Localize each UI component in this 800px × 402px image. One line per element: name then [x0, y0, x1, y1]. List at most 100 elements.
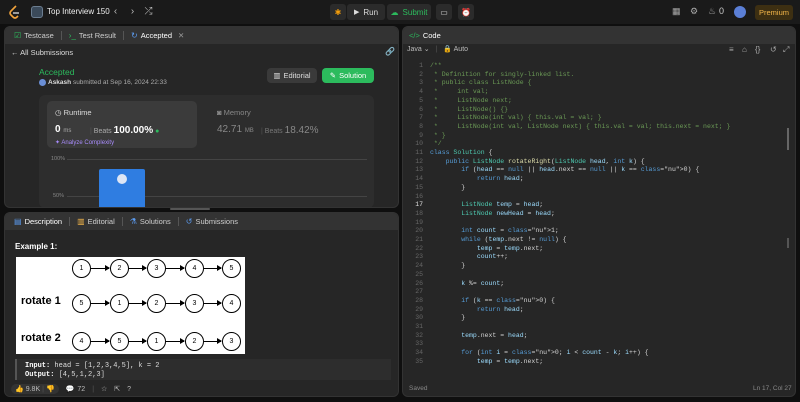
code-line[interactable]: /**: [430, 62, 442, 71]
beats-label: Beats: [93, 128, 112, 135]
like-count: 9.8K: [25, 385, 41, 393]
link-icon[interactable]: 🔗: [385, 47, 395, 56]
tab-accepted[interactable]: ↻ Accepted ✕: [128, 31, 187, 40]
runtime-card[interactable]: ◷ Runtime 0 ms | Beats 100.00% ● ✦ Analy…: [47, 101, 197, 148]
line-number: 30: [415, 314, 423, 322]
user-marker-avatar: [117, 174, 127, 184]
tab-label: Accepted: [140, 31, 172, 40]
code-line[interactable]: }: [430, 262, 465, 271]
thumbs-down-icon[interactable]: 👎: [46, 385, 55, 393]
code-line[interactable]: temp.next = head;: [430, 332, 527, 341]
code-line[interactable]: ListNode newHead = head;: [430, 210, 555, 219]
all-submissions-link[interactable]: ← All Submissions: [11, 48, 73, 57]
tab-divider: [177, 217, 179, 226]
tab-test-result[interactable]: ›_ Test Result: [66, 31, 119, 40]
timer-button[interactable]: ⏰: [458, 4, 474, 20]
fire-icon[interactable]: ♨: [708, 6, 716, 17]
leetcode-logo[interactable]: [9, 5, 21, 19]
next-problem-icon[interactable]: ›: [127, 6, 138, 17]
code-line[interactable]: * ListNode(int val) { this.val = val; }: [430, 114, 602, 123]
debug-button[interactable]: ✱: [330, 4, 346, 20]
code-line[interactable]: * int val;: [430, 88, 489, 97]
solution-button[interactable]: ✎ Solution: [322, 68, 374, 83]
code-line[interactable]: k %= count;: [430, 280, 504, 289]
problem-list-icon[interactable]: [31, 6, 43, 18]
tab-solutions[interactable]: ⚗ Solutions: [127, 217, 174, 226]
layout-icon[interactable]: ▦: [672, 6, 681, 17]
comments-button[interactable]: 💬 72: [66, 385, 86, 394]
memory-card[interactable]: ◙ Memory 42.71 MB | Beats 18.42%: [217, 101, 367, 148]
prev-problem-icon[interactable]: ‹: [110, 6, 121, 17]
help-icon[interactable]: ?: [127, 386, 131, 393]
code-line[interactable]: * ListNode next;: [430, 97, 512, 106]
autocomplete-toggle[interactable]: 🔒 Auto: [443, 46, 468, 53]
editor-scrollbar[interactable]: [787, 128, 789, 150]
line-number: 20: [415, 227, 423, 235]
editorial-button[interactable]: ▥ Editorial: [267, 68, 317, 83]
line-number: 32: [415, 331, 423, 339]
code-line[interactable]: */: [430, 140, 442, 149]
code-line[interactable]: return head;: [430, 306, 524, 315]
distribution-bar[interactable]: [99, 169, 145, 207]
code-line[interactable]: int count = class="nu">1;: [430, 227, 559, 236]
runtime-number: 0: [55, 124, 61, 135]
code-editor[interactable]: 1 /** 2 * Definition for singly-linked lis…: [403, 61, 795, 374]
line-number: 8: [419, 122, 423, 130]
line-number: 21: [415, 236, 423, 243]
beats-label: Beats: [264, 128, 283, 135]
reset-icon[interactable]: ↺: [770, 45, 777, 54]
code-line[interactable]: if (head == null || head.next == null ||…: [430, 166, 699, 175]
code-line[interactable]: count++;: [430, 253, 508, 262]
submit-button[interactable]: ☁ Submit: [387, 4, 431, 20]
problem-list-title[interactable]: Top Interview 150: [47, 7, 110, 16]
premium-button[interactable]: Premium: [755, 5, 793, 20]
code-line[interactable]: temp = temp.next;: [430, 358, 543, 367]
code-line[interactable]: public ListNode rotateRight(ListNode hea…: [430, 158, 645, 167]
like-button[interactable]: 👍 9.8K | 👎: [11, 384, 59, 394]
code-line[interactable]: * ListNode() {}: [430, 106, 508, 115]
code-line[interactable]: for (int i = class="nu">0; i < count - k…: [430, 349, 648, 358]
braces-icon[interactable]: {}: [755, 45, 760, 54]
shuffle-icon[interactable]: ⤮: [143, 6, 154, 17]
language-select[interactable]: Java ⌄: [407, 46, 430, 53]
description-panel: ▤ Description ▥ Editorial ⚗ Solutions ↺ Subm…: [4, 212, 399, 397]
code-line[interactable]: class Solution {: [430, 149, 492, 158]
comment-count: 72: [77, 385, 86, 393]
tab-editorial[interactable]: ▥ Editorial: [74, 217, 118, 226]
code-line[interactable]: * ListNode(int val, ListNode next) { thi…: [430, 123, 730, 132]
star-icon[interactable]: ☆: [101, 385, 107, 393]
scrollbar[interactable]: [170, 208, 210, 210]
code-line[interactable]: temp = temp.next;: [430, 245, 543, 254]
list-node: 1: [147, 332, 166, 351]
share-icon[interactable]: ⇱: [114, 385, 120, 393]
code-line[interactable]: if (k == class="nu">0) {: [430, 297, 555, 306]
bookmark-icon[interactable]: ⌂: [742, 45, 747, 54]
language-label: Java: [407, 46, 422, 53]
fullscreen-icon[interactable]: ⤢: [783, 45, 789, 55]
code-line[interactable]: * Definition for singly-linked list.: [430, 71, 574, 80]
code-line[interactable]: while (temp.next != null) {: [430, 236, 566, 245]
code-line[interactable]: ListNode temp = head;: [430, 201, 543, 210]
username[interactable]: Askash: [48, 79, 71, 86]
close-icon[interactable]: ✕: [178, 31, 184, 40]
notes-button[interactable]: ▭: [436, 4, 452, 20]
tab-description[interactable]: ▤ Description: [11, 217, 65, 226]
run-button[interactable]: ▶ Run: [347, 4, 385, 20]
list-node: 4: [72, 332, 91, 351]
lock-icon: 🔒: [443, 46, 453, 53]
avatar[interactable]: [734, 6, 746, 18]
y-tick-100: 100%: [51, 156, 66, 162]
code-line[interactable]: * }: [430, 132, 446, 141]
line-number: 1: [419, 62, 423, 69]
format-icon[interactable]: ≡: [729, 45, 734, 54]
code-line[interactable]: * public class ListNode {: [430, 79, 532, 88]
code-line[interactable]: }: [430, 184, 465, 193]
tab-testcase[interactable]: ☑ Testcase: [11, 31, 57, 40]
arrow-right-icon: [204, 337, 222, 345]
code-line[interactable]: return head;: [430, 175, 524, 184]
code-line[interactable]: }: [430, 314, 465, 323]
rotate-2-label: rotate 2: [21, 332, 61, 344]
settings-icon[interactable]: ⚙: [690, 6, 698, 17]
analyze-complexity-link[interactable]: ✦ Analyze Complexity: [55, 139, 114, 146]
tab-submissions[interactable]: ↺ Submissions: [183, 217, 241, 226]
